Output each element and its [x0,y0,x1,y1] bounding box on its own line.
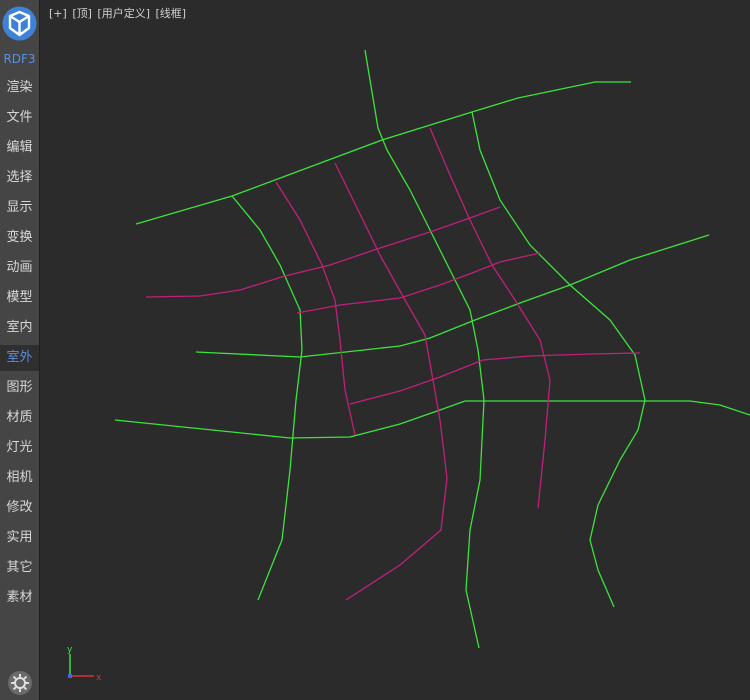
magenta-road [429,127,551,509]
app-logo-icon[interactable] [2,6,37,41]
green-road [114,400,750,439]
menu-camera[interactable]: 相机 [0,465,39,491]
menu-light[interactable]: 灯光 [0,435,39,461]
menu-display[interactable]: 显示 [0,195,39,221]
green-road [364,49,485,649]
magenta-road [349,352,641,405]
viewport-label[interactable]: [+] [顶] [用户定义] [线框] [49,5,188,21]
green-road [231,195,303,601]
axis-y-label: y [67,645,73,655]
menu-interior[interactable]: 室内 [0,315,39,341]
menu-select[interactable]: 选择 [0,165,39,191]
green-road [471,111,646,608]
menu-utility[interactable]: 实用 [0,525,39,551]
settings-gear-icon[interactable] [8,671,32,695]
axis-gizmo-icon: y x [60,640,110,689]
viewport-view-name[interactable]: [顶] [72,7,92,20]
menu-animation[interactable]: 动画 [0,255,39,281]
road-network-wireframe[interactable] [40,0,750,700]
menu-modify[interactable]: 修改 [0,495,39,521]
menu-render[interactable]: 渲染 [0,75,39,101]
top-viewport[interactable]: [+] [顶] [用户定义] [线框] y x [40,0,750,700]
axis-x-label: x [96,673,102,683]
menu-assets[interactable]: 素材 [0,585,39,611]
menu-model[interactable]: 模型 [0,285,39,311]
viewport-plus[interactable]: [+] [49,7,67,20]
magenta-road [275,181,356,436]
command-sidebar: RDF3 渲染 文件 编辑 选择 显示 变换 动画 模型 室内 室外 图形 材质… [0,0,40,700]
brand-label: RDF3 [3,52,36,66]
menu-edit[interactable]: 编辑 [0,135,39,161]
viewport-shading-mode[interactable]: [线框] [156,7,187,20]
magenta-road [334,162,448,601]
menu-material[interactable]: 材质 [0,405,39,431]
menu-shapes[interactable]: 图形 [0,375,39,401]
magenta-road [145,206,501,298]
menu-file[interactable]: 文件 [0,105,39,131]
viewport-user-defined[interactable]: [用户定义] [97,7,150,20]
menu-exterior[interactable]: 室外 [0,345,39,371]
menu-other[interactable]: 其它 [0,555,39,581]
green-road [135,81,631,225]
menu-transform[interactable]: 变换 [0,225,39,251]
